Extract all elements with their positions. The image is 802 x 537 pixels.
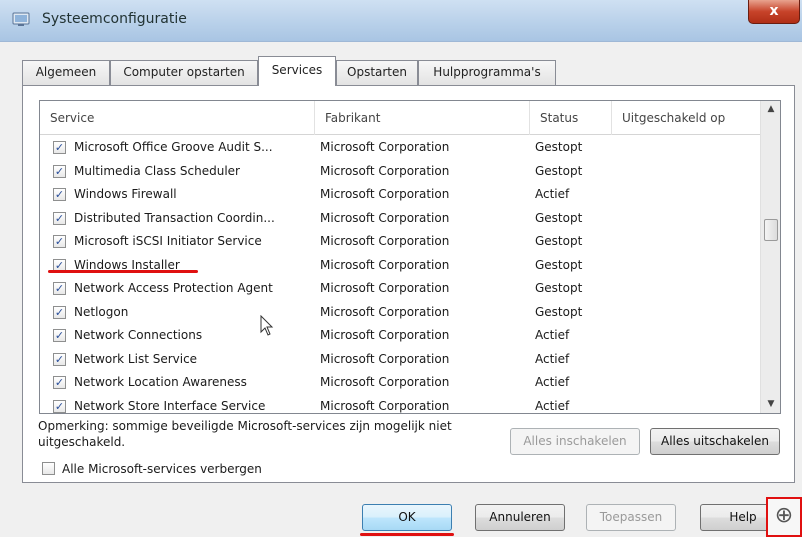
service-manufacturer: Microsoft Corporation	[320, 257, 450, 272]
table-row[interactable]: ✓ Network List Service Microsoft Corporati…	[40, 348, 760, 372]
service-manufacturer: Microsoft Corporation	[320, 234, 450, 248]
service-status: Actief	[535, 187, 570, 201]
table-row[interactable]: ✓ Netlogon Microsoft Corporation Gestopt	[40, 301, 760, 325]
service-name: Network Store Interface Service	[74, 398, 266, 413]
service-status: Gestopt	[535, 281, 583, 295]
service-checkbox[interactable]: ✓	[53, 399, 66, 413]
disable-all-button[interactable]: Alles uitschakelen	[650, 428, 780, 455]
service-manufacturer: Microsoft Corporation	[320, 210, 450, 225]
service-name: Network List Service	[74, 351, 198, 366]
service-manufacturer: Microsoft Corporation	[320, 281, 450, 295]
table-row[interactable]: ✓ Microsoft Office Groove Audit S... Micro…	[40, 136, 760, 160]
service-checkbox[interactable]: ✓	[53, 235, 66, 248]
service-status: Gestopt	[535, 163, 583, 178]
note-text: Opmerking: sommige beveiligde Microsoft-…	[38, 419, 452, 449]
service-manufacturer: Microsoft Corporation	[320, 187, 450, 201]
enable-all-button[interactable]: Alles inschakelen	[510, 428, 640, 455]
service-checkbox[interactable]: ✓	[53, 329, 66, 342]
service-manufacturer: Microsoft Corporation	[320, 398, 450, 413]
service-checkbox[interactable]: ✓	[53, 282, 66, 295]
service-manufacturer: Microsoft Corporation	[320, 163, 450, 178]
service-checkbox[interactable]: ✓	[53, 376, 66, 389]
service-status: Actief	[535, 351, 570, 366]
service-status: Actief	[535, 328, 570, 342]
service-manufacturer: Microsoft Corporation	[320, 351, 450, 366]
tab-boot[interactable]: Computer opstarten	[110, 60, 258, 85]
service-status: Gestopt	[535, 234, 583, 248]
service-name: Distributed Transaction Coordin...	[74, 210, 275, 225]
service-manufacturer: Microsoft Corporation	[320, 304, 450, 319]
services-list[interactable]: Service Fabrikant Status Uitgeschakeld o…	[39, 100, 781, 414]
table-row[interactable]: ✓ Multimedia Class Scheduler Microsoft Cor…	[40, 160, 760, 184]
service-status: Actief	[535, 398, 570, 413]
service-manufacturer: Microsoft Corporation	[320, 375, 450, 389]
tab-startup[interactable]: Opstarten	[336, 60, 418, 85]
tab-services[interactable]: Services	[258, 56, 336, 86]
table-row[interactable]: ✓ Network Location Awareness Microsoft Cor…	[40, 371, 760, 395]
scroll-down-icon[interactable]: ▼	[761, 396, 780, 413]
service-manufacturer: Microsoft Corporation	[320, 140, 450, 154]
table-row[interactable]: ✓ Windows Installer Microsoft Corporation G…	[40, 254, 760, 278]
service-name: Network Connections	[74, 328, 203, 342]
zoom-highlight-box: ⊕	[766, 497, 802, 537]
service-checkbox[interactable]: ✓	[53, 141, 66, 154]
service-name: Microsoft iSCSI Initiator Service	[74, 234, 262, 248]
window-title: Systeemconfiguratie	[42, 11, 187, 27]
service-status: Gestopt	[535, 304, 583, 319]
table-row[interactable]: ✓ Distributed Transaction Coordin... Micro…	[40, 207, 760, 231]
hide-microsoft-services-checkbox[interactable]	[42, 462, 55, 475]
service-checkbox[interactable]: ✓	[53, 305, 66, 319]
column-header-manufacturer[interactable]: Fabrikant	[315, 101, 530, 135]
service-name: Network Location Awareness	[74, 375, 247, 389]
ok-highlight-underline	[360, 533, 454, 536]
service-name: Windows Installer	[74, 257, 180, 272]
service-status: Gestopt	[535, 140, 583, 154]
service-name: Network Access Protection Agent	[74, 281, 273, 295]
table-row[interactable]: ✓ Microsoft iSCSI Initiator Service Micros…	[40, 230, 760, 254]
service-status: Actief	[535, 375, 570, 389]
scroll-up-icon[interactable]: ▲	[761, 101, 780, 118]
column-header-service[interactable]: Service	[40, 101, 315, 135]
column-header-status[interactable]: Status	[530, 101, 612, 135]
service-checkbox[interactable]: ✓	[53, 188, 66, 201]
service-checkbox[interactable]: ✓	[53, 211, 66, 225]
mouse-cursor-icon	[260, 315, 274, 336]
service-name: Windows Firewall	[74, 187, 177, 201]
title-bar: Systeemconfiguratie x	[0, 0, 802, 42]
ok-button[interactable]: OK	[362, 504, 452, 531]
list-header: Service Fabrikant Status Uitgeschakeld o…	[40, 101, 760, 135]
close-button[interactable]: x	[748, 0, 800, 24]
table-row[interactable]: ✓ Network Connections Microsoft Corporatio…	[40, 324, 760, 348]
cancel-button[interactable]: Annuleren	[475, 504, 565, 531]
system-config-icon	[12, 12, 30, 26]
column-header-disabled-on[interactable]: Uitgeschakeld op	[612, 101, 760, 135]
scrollbar-thumb[interactable]	[764, 219, 778, 241]
vertical-scrollbar[interactable]: ▲ ▼	[760, 101, 780, 413]
service-name: Multimedia Class Scheduler	[74, 163, 240, 178]
windows-installer-highlight	[48, 270, 198, 273]
zoom-icon[interactable]: ⊕	[768, 499, 800, 533]
apply-button[interactable]: Toepassen	[586, 504, 676, 531]
table-row[interactable]: ✓ Network Store Interface Service Microsof…	[40, 395, 760, 414]
service-status: Gestopt	[535, 210, 583, 225]
service-checkbox[interactable]: ✓	[53, 352, 66, 366]
hide-microsoft-services-label: Alle Microsoft-services verbergen	[62, 462, 262, 476]
table-row[interactable]: ✓ Network Access Protection Agent Microsof…	[40, 277, 760, 301]
tab-general[interactable]: Algemeen	[22, 60, 110, 85]
tab-tools[interactable]: Hulpprogramma's	[418, 60, 556, 85]
service-name: Netlogon	[74, 304, 129, 319]
table-row[interactable]: ✓ Windows Firewall Microsoft Corporation Ac…	[40, 183, 760, 207]
service-manufacturer: Microsoft Corporation	[320, 328, 450, 342]
service-name: Microsoft Office Groove Audit S...	[74, 140, 273, 154]
service-status: Gestopt	[535, 257, 583, 272]
list-rows: ✓ Microsoft Office Groove Audit S... Micro…	[40, 136, 760, 414]
service-checkbox[interactable]: ✓	[53, 164, 66, 178]
